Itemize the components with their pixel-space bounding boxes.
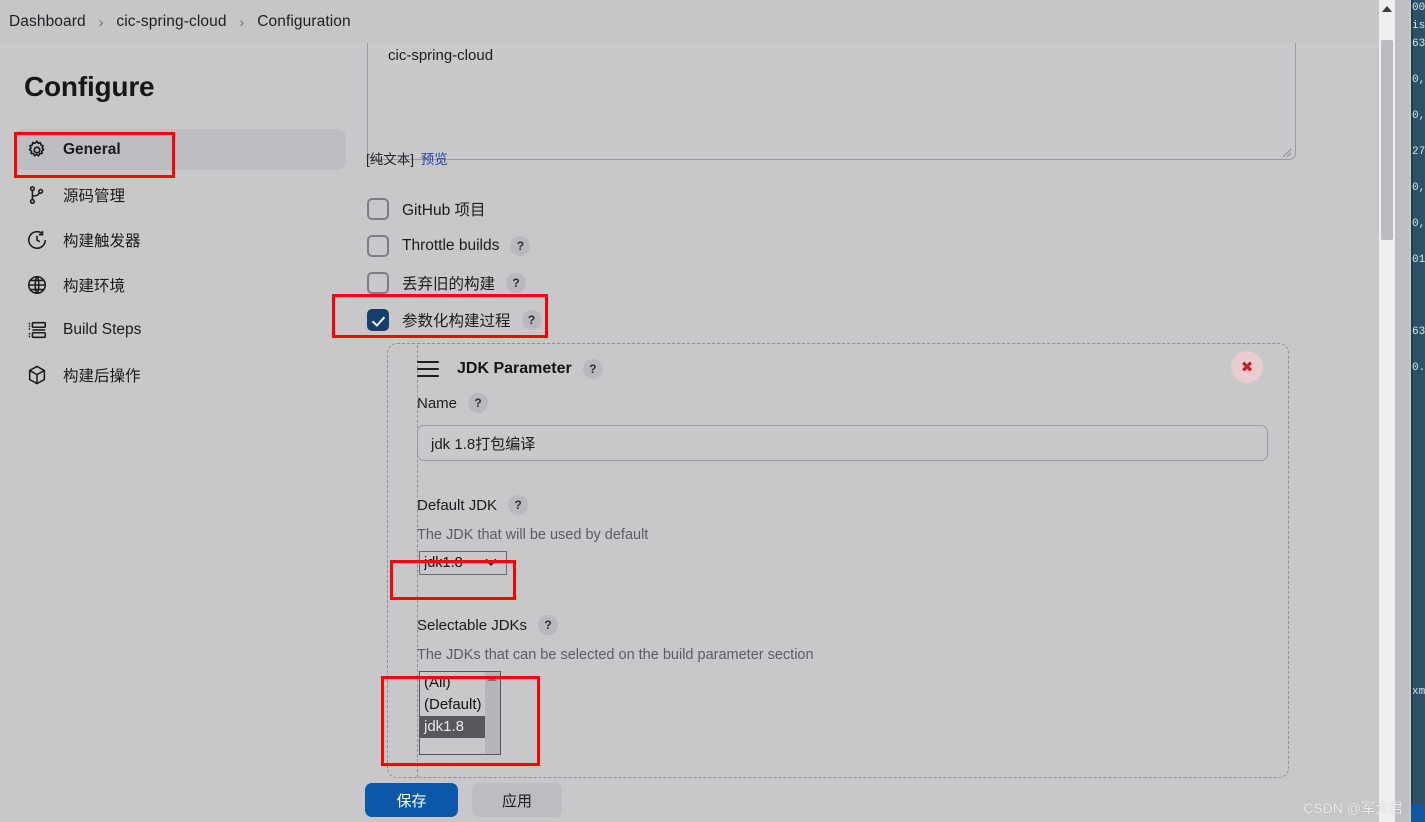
code-fragment: 0, [1412, 110, 1425, 122]
sidebar-nav: General 源码管理 构建触发器 构建环境 Build Steps 构建后操… [14, 129, 346, 399]
list-icon [24, 317, 50, 343]
help-icon[interactable]: ? [521, 310, 542, 330]
editor-gutter [1411, 0, 1413, 822]
code-fragment: 63 [1412, 326, 1425, 338]
checkbox-row-github-project[interactable]: GitHub 项目 [367, 196, 486, 222]
markup-format-row: [纯文本] 预览 [366, 148, 448, 168]
selectable-jdks-label-row: Selectable JDKs ? [417, 615, 559, 635]
sidebar-item-label: 构建触发器 [63, 232, 141, 250]
code-fragment: xm [1412, 686, 1425, 698]
close-icon[interactable]: ✖ [1231, 351, 1263, 383]
sidebar-item-post-build-actions[interactable]: 构建后操作 [14, 354, 346, 395]
code-fragment: 0. [1412, 362, 1425, 374]
save-button[interactable]: 保存 [365, 783, 458, 817]
source-control-icon [24, 182, 50, 208]
code-fragment: 0, [1412, 74, 1425, 86]
sidebar-item-label: General [63, 140, 121, 158]
sidebar-item-label: 源码管理 [63, 187, 126, 205]
page-title: Configure [24, 71, 155, 102]
sidebar-item-build-steps[interactable]: Build Steps [14, 309, 346, 350]
markup-format-label: [纯文本] [366, 152, 415, 167]
checkbox-parameterized-build[interactable] [367, 309, 389, 331]
breadcrumb-item-dashboard[interactable]: Dashboard [9, 13, 86, 31]
gear-icon [24, 137, 50, 163]
page-scrollbar[interactable] [1379, 0, 1395, 822]
sidebar-item-source-control[interactable]: 源码管理 [14, 174, 346, 215]
default-jdk-label: Default JDK [417, 496, 498, 514]
inner-scrollbar-track[interactable] [1395, 0, 1409, 822]
editor-status-accent [1411, 804, 1425, 822]
breadcrumb-item-project[interactable]: cic-spring-cloud [116, 13, 226, 31]
selectable-jdks-label: Selectable JDKs [417, 616, 528, 634]
globe-icon [24, 272, 50, 298]
code-fragment: 0, [1412, 218, 1425, 230]
sidebar-item-label: 构建后操作 [63, 367, 141, 385]
code-fragment: 63 [1412, 38, 1425, 50]
selectable-jdks-listbox[interactable]: (All) (Default) jdk1.8 [419, 671, 501, 755]
listbox-scrollbar[interactable] [485, 672, 500, 754]
scroll-up-arrow-icon[interactable] [1382, 6, 1392, 12]
sidebar-item-build-triggers[interactable]: 构建触发器 [14, 219, 346, 260]
hamburger-icon[interactable] [417, 361, 439, 377]
description-textarea[interactable]: cic-spring-cloud [367, 43, 1296, 160]
checkbox-label: Throttle builds [402, 237, 500, 254]
checkbox-row-discard-old-builds[interactable]: 丢弃旧的构建 ? [367, 270, 527, 296]
help-icon[interactable]: ? [582, 359, 603, 379]
name-input[interactable] [417, 425, 1268, 461]
resize-grip-icon[interactable] [1280, 146, 1292, 158]
code-fragment: is [1412, 20, 1425, 32]
help-icon[interactable]: ? [538, 615, 559, 635]
clock-icon [24, 227, 50, 253]
checkbox-discard-old-builds[interactable] [367, 272, 389, 294]
watermark: CSDN @军大君 [1303, 800, 1403, 816]
scroll-up-arrow-icon[interactable] [487, 676, 497, 681]
checkbox-label: GitHub 项目 [402, 202, 486, 219]
help-icon[interactable]: ? [506, 273, 527, 293]
chevron-right-icon: › [98, 13, 104, 30]
default-jdk-select[interactable]: jdk1.8 [419, 551, 507, 575]
jdk-parameter-header: JDK Parameter ? [417, 355, 603, 383]
sidebar-item-label: Build Steps [63, 320, 142, 338]
checkbox-row-throttle-builds[interactable]: Throttle builds ? [367, 233, 531, 259]
code-fragment: 27 [1412, 146, 1425, 158]
sidebar-item-label: 构建环境 [63, 277, 126, 295]
help-icon[interactable]: ? [510, 236, 531, 256]
code-fragment: 0, [1412, 182, 1425, 194]
main-content: cic-spring-cloud [纯文本] 预览 GitHub 项目 Thro… [355, 43, 1395, 778]
help-icon[interactable]: ? [508, 495, 529, 515]
default-jdk-label-row: Default JDK ? [417, 495, 529, 515]
background-editor-panel[interactable]: 00 is 63 0, 0, 27 0, 0, 01 63 0. xm [1411, 0, 1425, 822]
preview-link[interactable]: 预览 [421, 152, 448, 167]
breadcrumb: Dashboard › cic-spring-cloud › Configura… [0, 0, 1395, 43]
jenkins-configure-screen: Dashboard › cic-spring-cloud › Configura… [0, 0, 1425, 822]
page-scrollbar-thumb[interactable] [1381, 40, 1393, 240]
name-field-label: Name [417, 394, 458, 412]
checkbox-label: 丢弃旧的构建 [402, 276, 496, 293]
default-jdk-hint: The JDK that will be used by default [417, 527, 649, 543]
code-fragment: 00 [1412, 2, 1425, 14]
footer-left-strip [0, 778, 355, 822]
checkbox-throttle-builds[interactable] [367, 235, 389, 257]
chevron-right-icon: › [239, 13, 245, 30]
jdk-parameter-block: JDK Parameter ? ✖ Name ? Default JDK ? T… [417, 343, 1289, 778]
sidebar-item-general[interactable]: General [14, 129, 346, 170]
apply-button[interactable]: 应用 [472, 783, 562, 817]
jdk-parameter-title: JDK Parameter [457, 360, 572, 377]
checkbox-row-parameterized-build[interactable]: 参数化构建过程 ? [367, 307, 542, 333]
package-icon [24, 362, 50, 388]
sidebar-item-build-environment[interactable]: 构建环境 [14, 264, 346, 305]
breadcrumb-item-configuration[interactable]: Configuration [257, 13, 351, 31]
footer-actions: 保存 应用 [355, 778, 1395, 822]
checkbox-github-project[interactable] [367, 198, 389, 220]
code-fragment: 01 [1412, 254, 1425, 266]
selectable-jdks-hint: The JDKs that can be selected on the bui… [417, 647, 814, 663]
checkbox-label: 参数化构建过程 [402, 313, 511, 330]
name-field-label-row: Name ? [417, 393, 489, 413]
sidebar: Configure General 源码管理 构建触发器 构建环境 Build … [0, 43, 355, 822]
help-icon[interactable]: ? [468, 393, 489, 413]
